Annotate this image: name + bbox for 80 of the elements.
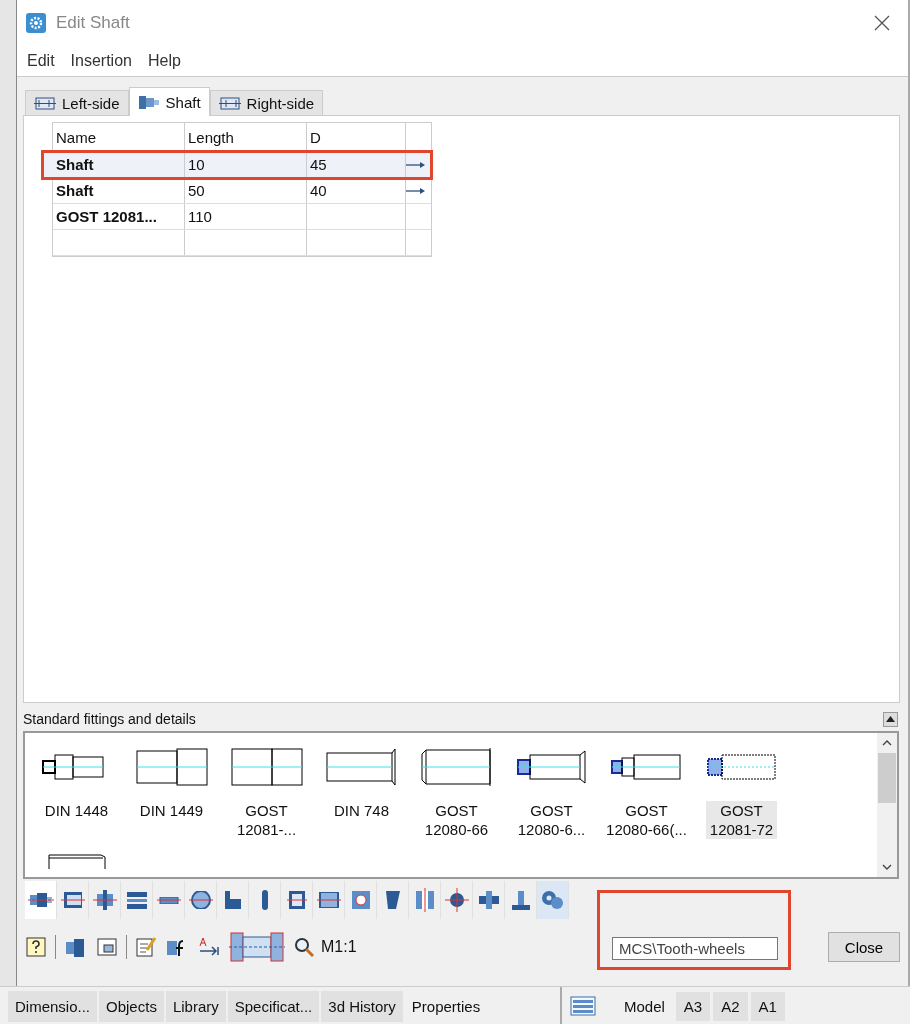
collapse-icon[interactable] — [883, 711, 898, 727]
table-cell: 110 — [188, 208, 212, 225]
part-icon — [351, 891, 370, 909]
window-title: Edit Shaft — [56, 13, 130, 33]
tooltip: MCS\Tooth-wheels — [612, 937, 778, 960]
sheet-tab[interactable]: A2 — [713, 991, 748, 1021]
tab[interactable]: Specificat... — [227, 990, 320, 1022]
text-arrow-icon[interactable] — [197, 936, 221, 958]
part-icon — [92, 890, 117, 910]
part-icon — [224, 891, 241, 909]
fitting-label[interactable]: GOST 12081-72 — [705, 801, 778, 839]
table-cell: Shaft — [56, 156, 94, 173]
part-icon — [27, 893, 54, 907]
part-icon — [478, 891, 499, 909]
gear-icon — [542, 891, 563, 909]
fitting-label[interactable]: GOST 12081-... — [232, 801, 301, 839]
menu-item[interactable]: Edit — [19, 52, 63, 70]
search-icon[interactable] — [293, 936, 315, 958]
part-icon — [188, 891, 213, 909]
tab[interactable]: Library — [165, 990, 226, 1022]
shaft-drawing[interactable] — [419, 747, 494, 787]
shaft-drawing — [46, 851, 107, 869]
gear-icon — [26, 13, 46, 33]
fitting-label[interactable]: GOST 12080-66 — [420, 801, 493, 839]
edit-icon[interactable] — [135, 936, 157, 958]
sheet-tab[interactable]: A3 — [675, 991, 711, 1021]
scroll-up-icon[interactable] — [882, 739, 892, 747]
shaft-drawing[interactable] — [514, 747, 589, 787]
table-cell: 45 — [310, 156, 327, 173]
fitting-label[interactable]: DIN 1448 — [40, 801, 113, 820]
shaft-drawing[interactable] — [134, 747, 209, 787]
part-icon — [156, 896, 181, 904]
scroll-down-icon[interactable] — [882, 863, 892, 871]
shaft-drawing[interactable] — [229, 747, 304, 787]
part-icon — [415, 888, 434, 912]
fitting-label[interactable]: DIN 1449 — [135, 801, 208, 820]
category-tab[interactable] — [25, 881, 57, 919]
fitting-label[interactable]: GOST 12080-66(... — [602, 801, 691, 839]
part-icon — [126, 891, 147, 909]
fitting-label[interactable]: DIN 748 — [330, 801, 393, 820]
part-icon — [316, 892, 341, 908]
tab[interactable]: Right-side — [209, 90, 324, 115]
table-row[interactable]: GOST 12081... 110 — [53, 204, 431, 230]
tab[interactable]: Left-side — [25, 90, 129, 115]
part-icon — [261, 890, 268, 910]
part-icon — [60, 892, 85, 908]
table-cell: 40 — [310, 182, 327, 199]
fitting-label[interactable]: GOST 12080-6... — [513, 801, 590, 839]
part-icon — [286, 891, 307, 909]
shaft-icon — [137, 94, 160, 110]
arrow-icon[interactable] — [406, 160, 426, 169]
part-icon — [385, 891, 400, 909]
assembly-icon[interactable] — [229, 929, 285, 965]
menu-item[interactable]: Insertion — [62, 52, 140, 70]
shaft-icon — [218, 95, 241, 111]
table-cell: 50 — [188, 182, 205, 199]
category-tab[interactable] — [537, 881, 569, 919]
section-title: Standard fittings and details — [23, 711, 196, 727]
part-icon — [444, 888, 469, 912]
shaft-icon — [34, 95, 56, 111]
part-icon — [511, 890, 530, 910]
tab[interactable]: Shaft — [128, 87, 210, 116]
table-cell: GOST 12081... — [56, 208, 157, 225]
window-icon[interactable] — [96, 936, 118, 958]
scrollbar[interactable] — [877, 733, 897, 877]
close-button[interactable]: Close — [828, 932, 900, 962]
tab[interactable]: Dimensio... — [8, 990, 98, 1022]
close-icon[interactable] — [874, 15, 890, 31]
menu-item[interactable]: Help — [139, 52, 189, 70]
arrow-icon[interactable] — [406, 186, 426, 195]
table-row[interactable]: Shaft 50 40 — [53, 178, 431, 204]
tab[interactable]: 3d History — [321, 990, 403, 1022]
table-cell: 10 — [188, 156, 205, 173]
sheet-tab[interactable]: A1 — [750, 991, 785, 1021]
tab[interactable]: Objects — [99, 990, 164, 1022]
help-icon[interactable] — [25, 936, 47, 958]
scale-label[interactable]: M1:1 — [321, 938, 357, 956]
table-row[interactable]: Shaft 10 45 — [43, 152, 431, 178]
table-cell: Shaft — [56, 182, 94, 199]
list-icon[interactable] — [570, 996, 596, 1016]
